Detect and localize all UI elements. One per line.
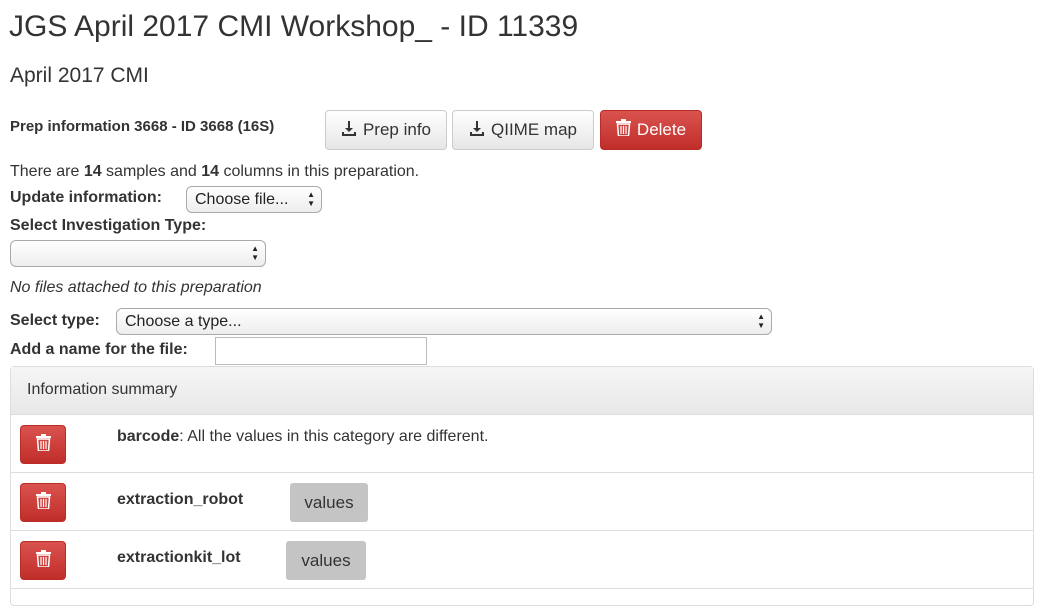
trash-icon [35, 433, 51, 456]
trash-icon [615, 119, 631, 141]
information-summary-panel: Information summary [10, 366, 1034, 606]
qiime-map-label: QIIME map [491, 120, 577, 139]
investigation-type-select[interactable]: ▲ ▼ [10, 240, 266, 267]
prep-info-label: Prep info [362, 120, 432, 139]
delete-label: Delete [636, 120, 687, 139]
no-files-message: No files attached to this preparation [10, 279, 262, 296]
prep-information-label: Prep information 3668 - ID 3668 (16S) [10, 118, 275, 135]
sample-count: 14 [83, 163, 102, 180]
update-information-label: Update information: [10, 189, 162, 206]
prep-info-button[interactable]: Prep info [325, 110, 447, 150]
summary-prefix: There are [10, 163, 84, 180]
select-arrows-icon: ▲ ▼ [757, 312, 765, 330]
trash-icon [35, 491, 51, 514]
study-subtitle: April 2017 CMI [10, 64, 149, 87]
panel-heading: Information summary [11, 367, 1033, 415]
category-name: barcode [117, 428, 180, 445]
download-icon [469, 120, 485, 141]
values-button[interactable]: values [290, 483, 368, 522]
select-arrows-icon: ▲ ▼ [307, 190, 315, 208]
delete-category-button[interactable] [20, 425, 66, 464]
category-description: : All the values in this category are di… [179, 428, 489, 445]
delete-category-button[interactable] [20, 483, 66, 522]
row-divider [11, 588, 1033, 589]
select-type-label: Select type: [10, 312, 100, 329]
choose-file-button[interactable]: Choose file... ▲ ▼ [186, 186, 322, 213]
values-button[interactable]: values [286, 541, 366, 580]
summary-suffix: columns in this preparation. [219, 163, 420, 180]
delete-category-button[interactable] [20, 541, 66, 580]
preparation-summary: There are 14 samples and 14 columns in t… [10, 163, 419, 181]
select-arrows-icon: ▲ ▼ [251, 244, 259, 262]
category-name: extraction_robot [117, 491, 244, 508]
category-row-barcode: barcode: All the values in this category… [117, 428, 488, 446]
row-divider [11, 530, 1033, 531]
column-count: 14 [201, 163, 220, 180]
qiime-map-button[interactable]: QIIME map [452, 110, 594, 150]
file-type-value: Choose a type... [125, 312, 242, 330]
delete-button[interactable]: Delete [600, 110, 702, 150]
file-name-label: Add a name for the file: [10, 341, 188, 358]
summary-middle: samples and [101, 163, 202, 180]
page-title: JGS April 2017 CMI Workshop_ - ID 11339 [9, 10, 579, 43]
choose-file-label: Choose file... [195, 190, 289, 208]
panel-heading-title: Information summary [27, 381, 178, 398]
row-divider [11, 472, 1033, 473]
category-name: extractionkit_lot [117, 549, 241, 566]
download-icon [341, 120, 357, 141]
investigation-type-label: Select Investigation Type: [10, 217, 207, 234]
trash-icon [35, 549, 51, 572]
file-name-input[interactable] [215, 337, 427, 365]
file-type-select[interactable]: Choose a type... ▲ ▼ [116, 308, 772, 335]
